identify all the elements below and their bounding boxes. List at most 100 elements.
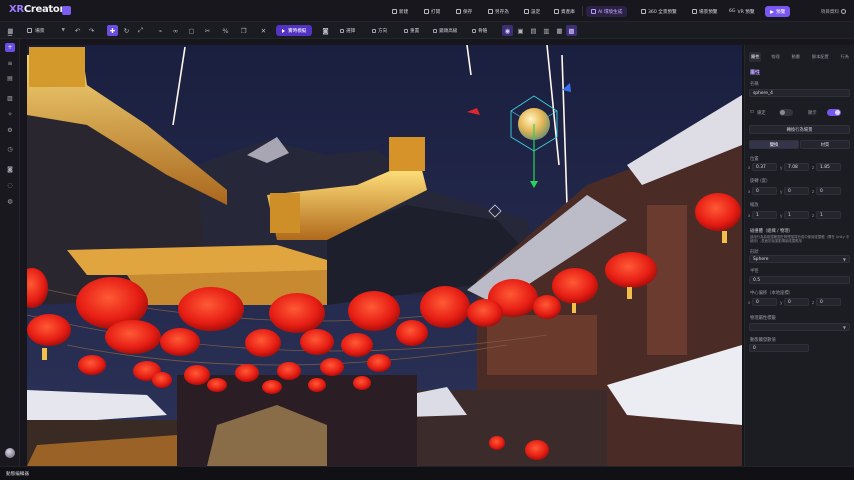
view-top-icon[interactable]: ▥ xyxy=(541,25,552,36)
link-icon[interactable]: ∞ xyxy=(170,25,181,36)
scene-dropdown[interactable]: 場景 ▼ xyxy=(27,25,65,36)
mode-transform-button[interactable]: 變換 xyxy=(749,140,799,149)
save-label: 保存 xyxy=(463,9,473,15)
preview-label: 預覽 xyxy=(776,9,786,15)
assets-icon[interactable]: ▤ xyxy=(5,74,15,83)
camera-icon[interactable]: ◙ xyxy=(5,165,15,174)
save-button[interactable]: 保存 xyxy=(456,6,472,17)
new-button[interactable]: 新建 xyxy=(392,6,408,17)
rotate-tool-icon[interactable]: ↻ xyxy=(121,25,132,36)
tab-animation[interactable]: 動畫 xyxy=(790,52,802,62)
view-front-icon[interactable]: ▣ xyxy=(515,25,526,36)
preview-button[interactable]: 預覽 xyxy=(765,6,791,17)
layers-icon[interactable]: ≡ xyxy=(5,59,15,68)
chevron-down-icon: ▼ xyxy=(842,256,846,262)
effects-icon[interactable]: ✧ xyxy=(5,110,15,119)
position-y-field[interactable]: 7.08 xyxy=(784,163,809,171)
logo-prefix: XR xyxy=(9,4,24,15)
axis-z-label: z xyxy=(812,165,815,170)
panorama-preview-button[interactable]: 360 全景預覽 xyxy=(641,6,677,17)
camera-icon[interactable]: ◙ xyxy=(320,25,331,36)
new-label: 新建 xyxy=(399,9,409,15)
percent-icon[interactable]: % xyxy=(220,25,231,36)
redo-icon[interactable]: ↷ xyxy=(86,25,97,36)
axis-z-label: z xyxy=(812,189,815,194)
view-grid-icon[interactable]: ▩ xyxy=(566,25,577,36)
simulate-button[interactable]: 實時模擬 xyxy=(276,25,313,36)
move-tool-icon[interactable]: ✚ xyxy=(107,25,118,36)
tab-script[interactable]: 腳本配置 xyxy=(810,52,831,62)
menu-icon[interactable]: ☰ xyxy=(5,30,15,39)
project-info-button[interactable]: 項目資料 xyxy=(821,6,846,17)
cut-icon[interactable]: ✂ xyxy=(202,25,213,36)
rotation-y-field[interactable]: 0 xyxy=(784,187,809,195)
mode-material-button[interactable]: 材質 xyxy=(800,140,850,149)
tab-physics[interactable]: 物理 xyxy=(769,52,781,62)
play-icon xyxy=(282,28,285,33)
axis-z-label: z xyxy=(812,300,815,305)
avatar[interactable] xyxy=(5,448,15,458)
tab-behavior[interactable]: 行為 xyxy=(839,52,851,62)
collider-label: 碰撞體（組織 / 物理） xyxy=(750,229,793,234)
scale-y-field[interactable]: 1 xyxy=(784,211,809,219)
history-icon[interactable]: ◷ xyxy=(5,145,15,154)
vr-preview-button[interactable]: 6G VR 預覽 xyxy=(729,6,754,17)
globe-icon[interactable]: ◍ xyxy=(5,197,15,206)
copy-icon[interactable]: ❐ xyxy=(238,25,249,36)
save-as-button[interactable]: 另存為 xyxy=(488,6,509,17)
settings-button[interactable]: 設定 xyxy=(524,6,540,17)
select-tool[interactable]: 選擇 xyxy=(340,25,355,36)
position-x-field[interactable]: 0.37 xyxy=(752,163,777,171)
chat-icon[interactable]: ◌ xyxy=(5,181,15,190)
ai-generate-button[interactable]: AI 環境生成 xyxy=(586,6,628,17)
center-x-field[interactable]: 0 xyxy=(752,298,777,306)
shape-select[interactable]: Sphere ▼ xyxy=(749,255,850,263)
lock-toggle[interactable] xyxy=(779,109,793,116)
settings-icon[interactable]: ⚙ xyxy=(5,126,15,135)
direction-tool[interactable]: 方向 xyxy=(372,25,387,36)
snap-icon[interactable]: ⌁ xyxy=(155,25,166,36)
visible-label: 顯示 xyxy=(808,111,817,116)
open-label: 打開 xyxy=(431,9,441,15)
view-persp-icon[interactable]: ▦ xyxy=(554,25,565,36)
great-wall-lower xyxy=(67,245,327,275)
scale-tool-icon[interactable]: ⤢ xyxy=(135,25,146,36)
open-button[interactable]: 打開 xyxy=(424,6,440,17)
physics-tags-field[interactable]: ▼ xyxy=(749,323,850,331)
reset-tool[interactable]: 重置 xyxy=(404,25,419,36)
rotation-z-field[interactable]: 0 xyxy=(816,187,841,195)
simulate-label: 實時模擬 xyxy=(288,28,307,34)
scene-viewport[interactable] xyxy=(27,45,742,466)
position-z-field[interactable]: 1.85 xyxy=(816,163,841,171)
image-icon[interactable]: ▨ xyxy=(5,94,15,103)
mass-field[interactable]: 0 xyxy=(749,344,809,352)
center-z-field[interactable]: 0 xyxy=(816,298,841,306)
camera-advanced-tool[interactable]: 鏡頭高級 xyxy=(433,25,457,36)
scale-label: 縮放 xyxy=(750,203,759,208)
gizmo-local-icon[interactable]: ◉ xyxy=(502,25,513,36)
rotation-x-field[interactable]: 0 xyxy=(752,187,777,195)
asset-library-button[interactable]: 資產庫 xyxy=(554,6,575,17)
group-icon[interactable]: ▢ xyxy=(186,25,197,36)
radius-field[interactable]: 0.5 xyxy=(749,276,850,284)
view-side-icon[interactable]: ▤ xyxy=(528,25,539,36)
watchtower-right xyxy=(389,137,425,171)
scene-preview-button[interactable]: 場景預覽 xyxy=(692,6,717,17)
scene-render xyxy=(27,45,742,466)
scale-z-field[interactable]: 1 xyxy=(816,211,841,219)
close-icon[interactable]: ✕ xyxy=(258,25,269,36)
center-y-field[interactable]: 0 xyxy=(784,298,809,306)
library-icon xyxy=(554,9,559,14)
convert-behavior-button[interactable]: 轉換行為場景 xyxy=(749,125,850,134)
sparkle-icon xyxy=(591,9,596,14)
undo-icon[interactable]: ↶ xyxy=(72,25,83,36)
visible-toggle[interactable] xyxy=(827,109,841,116)
name-field[interactable]: sphere_4 xyxy=(749,89,850,97)
direction-label: 方向 xyxy=(378,28,388,34)
left-sidebar: ☰ + ≡ ▤ ▨ ✧ ⚙ ◷ ◙ ◌ ◍ xyxy=(0,31,20,466)
bone-tool[interactable]: 骨骼 xyxy=(472,25,487,36)
add-icon[interactable]: + xyxy=(5,43,15,52)
gear-icon xyxy=(524,9,529,14)
tab-properties[interactable]: 屬性 xyxy=(749,52,762,62)
scale-x-field[interactable]: 1 xyxy=(752,211,777,219)
